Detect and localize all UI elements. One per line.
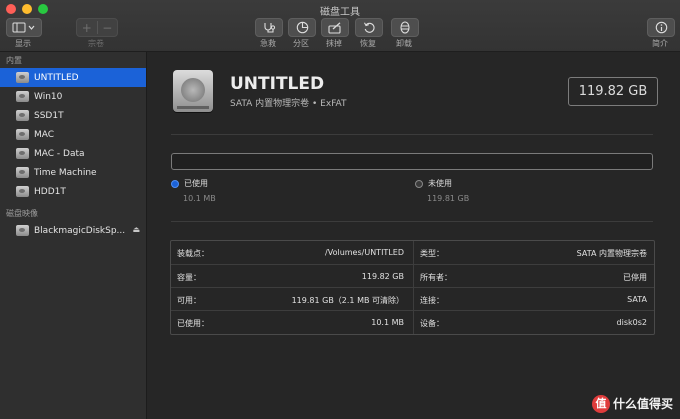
remove-volume-button[interactable]: − xyxy=(97,21,117,35)
table-row: 容量： 119.82 GB 所有者： 已停用 xyxy=(171,264,654,288)
sidebar-item-mac-data[interactable]: MAC - Data xyxy=(0,144,146,163)
unmount-label: 卸载 xyxy=(396,39,412,48)
view-label: 显示 xyxy=(15,39,31,48)
stethoscope-icon xyxy=(264,22,276,33)
volume-label: 宗卷 xyxy=(88,39,104,48)
info-value: SATA xyxy=(627,295,647,304)
first-aid-button[interactable] xyxy=(255,18,283,37)
info-icon xyxy=(655,21,667,34)
volume-subtitle: SATA 内置物理宗卷 • ExFAT xyxy=(230,99,347,109)
table-row: 装载点： /Volumes/UNTITLED 类型： SATA 内置物理宗卷 xyxy=(171,241,654,264)
sidebar-item-mac[interactable]: MAC xyxy=(0,125,146,144)
internal-disk-icon xyxy=(16,110,29,121)
internal-disk-icon xyxy=(16,129,29,140)
internal-disk-icon xyxy=(16,72,29,83)
erase-disk-icon xyxy=(328,21,341,34)
info-label: 简介 xyxy=(652,39,668,48)
info-key: 可用： xyxy=(177,296,201,305)
sidebar-item-label: HDD1T xyxy=(34,186,66,197)
info-value: 10.1 MB xyxy=(371,318,404,327)
hard-drive-icon xyxy=(173,70,213,112)
internal-disk-icon xyxy=(16,148,29,159)
eject-icon[interactable]: ⏏ xyxy=(132,225,140,234)
watermark-badge: 值 xyxy=(591,395,610,413)
info-key: 容量： xyxy=(177,273,201,282)
watermark-text: 什么值得买 xyxy=(612,396,673,411)
sidebar-item-win10[interactable]: Win10 xyxy=(0,87,146,106)
used-color-dot xyxy=(171,179,179,188)
sidebar-item-label: UNTITLED xyxy=(34,72,79,83)
add-volume-button[interactable]: + xyxy=(77,21,97,35)
info-value: disk0s2 xyxy=(616,318,647,327)
sidebar-section-internal: 内置 xyxy=(6,56,22,65)
divider xyxy=(171,134,653,135)
sidebar-item-label: MAC xyxy=(34,129,55,140)
table-row: 可用： 119.81 GB（2.1 MB 可清除） 连接： SATA xyxy=(171,287,654,311)
legend-free: 未使用 xyxy=(415,178,452,189)
info-key: 所有者： xyxy=(420,273,452,282)
table-row: 已使用： 10.1 MB 设备： disk0s2 xyxy=(171,310,654,334)
sidebar-item-time-machine[interactable]: Time Machine xyxy=(0,163,146,182)
internal-disk-icon xyxy=(16,91,29,102)
view-button[interactable] xyxy=(6,18,42,37)
sidebar-item-label: MAC - Data xyxy=(34,148,85,159)
unmount-icon xyxy=(400,21,410,34)
window-title: 磁盘工具 xyxy=(320,7,360,18)
erase-button[interactable] xyxy=(321,18,349,37)
used-value: 10.1 MB xyxy=(183,194,216,203)
info-value: 119.82 GB xyxy=(361,272,404,281)
volume-detail-pane: UNTITLED SATA 内置物理宗卷 • ExFAT 119.82 GB 已… xyxy=(147,52,680,419)
divider xyxy=(171,221,653,222)
info-key: 设备： xyxy=(420,319,444,328)
legend-used: 已使用 xyxy=(171,178,208,189)
disk-utility-window: 磁盘工具 显示 + − 宗卷 急救 分区 抹掉 恢复 卸载 简介 内置 UNTI… xyxy=(0,0,680,419)
sidebar: 内置 UNTITLED Win10 SSD1T MAC MAC - Data T… xyxy=(0,52,147,419)
volume-capacity: 119.82 GB xyxy=(568,77,658,106)
info-value: 119.81 GB（2.1 MB 可清除） xyxy=(291,296,404,305)
usage-bar xyxy=(171,153,653,170)
used-label: 已使用 xyxy=(184,179,208,188)
info-key: 类型： xyxy=(420,249,444,258)
info-table: 装载点： /Volumes/UNTITLED 类型： SATA 内置物理宗卷 容… xyxy=(170,240,655,335)
sidebar-item-label: SSD1T xyxy=(34,110,64,121)
sidebar-item-blackmagic[interactable]: BlackmagicDiskSp... ⏏ xyxy=(0,221,146,240)
sidebar-item-ssd1t[interactable]: SSD1T xyxy=(0,106,146,125)
volume-name: UNTITLED xyxy=(230,74,325,94)
free-value: 119.81 GB xyxy=(427,194,470,203)
info-key: 装载点： xyxy=(177,249,209,258)
sidebar-item-label: Time Machine xyxy=(34,167,97,178)
restore-arrow-icon xyxy=(363,22,375,33)
sidebar-item-label: Win10 xyxy=(34,91,63,102)
watermark: 值什么值得买 xyxy=(591,395,673,413)
restore-label: 恢复 xyxy=(360,39,376,48)
free-color-dot xyxy=(415,179,423,188)
internal-disk-icon xyxy=(16,167,29,178)
info-key: 连接： xyxy=(420,296,444,305)
restore-button[interactable] xyxy=(355,18,383,37)
internal-disk-icon xyxy=(16,186,29,197)
sidebar-item-label: BlackmagicDiskSp... xyxy=(34,225,126,236)
pie-partition-icon xyxy=(296,21,308,34)
info-value: /Volumes/UNTITLED xyxy=(325,248,404,257)
toolbar: 磁盘工具 显示 + − 宗卷 急救 分区 抹掉 恢复 卸载 简介 xyxy=(0,0,680,52)
unmount-button[interactable] xyxy=(391,18,419,37)
info-key: 已使用： xyxy=(177,319,209,328)
volume-button-group[interactable]: + − xyxy=(76,18,118,37)
disk-image-icon xyxy=(16,225,29,236)
free-label: 未使用 xyxy=(428,179,452,188)
sidebar-item-untitled[interactable]: UNTITLED xyxy=(0,68,146,87)
info-button[interactable] xyxy=(647,18,675,37)
info-value: SATA 内置物理宗卷 xyxy=(576,249,647,258)
info-value: 已停用 xyxy=(623,273,647,282)
sidebar-section-disk-images: 磁盘映像 xyxy=(6,209,38,218)
partition-button[interactable] xyxy=(288,18,316,37)
sidebar-item-hdd1t[interactable]: HDD1T xyxy=(0,182,146,201)
sidebar-view-icon xyxy=(12,22,35,33)
